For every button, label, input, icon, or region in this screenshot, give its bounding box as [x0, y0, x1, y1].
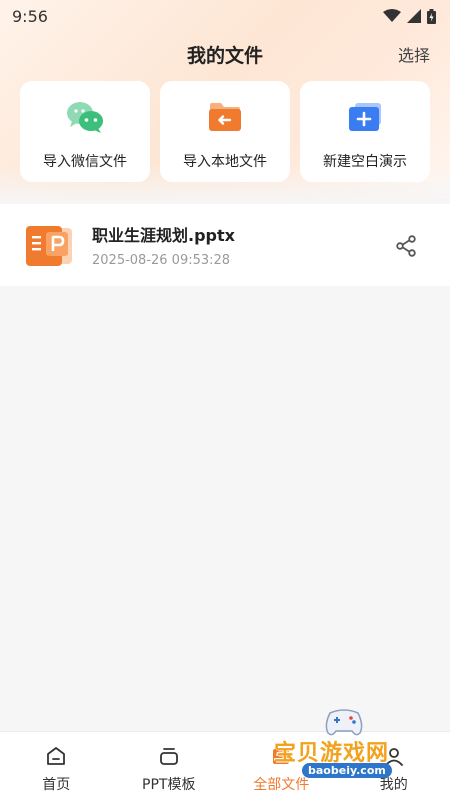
- files-icon: [269, 744, 293, 768]
- import-wechat-button[interactable]: 导入微信文件: [20, 81, 150, 182]
- signal-icon: [407, 9, 421, 23]
- quick-actions: 导入微信文件 导入本地文件 新建空白演示: [20, 81, 430, 182]
- nav-item-ppt-templates[interactable]: PPT模板: [113, 732, 225, 800]
- profile-icon: [382, 744, 406, 768]
- nav-label: 首页: [42, 777, 71, 793]
- nav-label: 全部文件: [253, 777, 310, 793]
- share-icon[interactable]: [394, 234, 418, 258]
- file-name: 职业生涯规划.pptx: [92, 226, 235, 245]
- pptx-file-icon: [24, 224, 74, 268]
- wifi-icon: [383, 9, 401, 22]
- header: 我的文件 选择: [0, 36, 450, 72]
- file-list: 职业生涯规划.pptx 2025-08-26 09:53:28: [0, 204, 450, 286]
- select-button[interactable]: 选择: [398, 42, 430, 66]
- page-title: 我的文件: [186, 44, 263, 67]
- import-local-button[interactable]: 导入本地文件: [160, 81, 290, 182]
- home-icon: [44, 744, 68, 768]
- nav-item-profile[interactable]: 我的: [338, 732, 450, 800]
- new-presentation-icon: [346, 99, 384, 135]
- status-icons: [383, 8, 436, 24]
- action-label: 新建空白演示: [323, 154, 407, 170]
- action-label: 导入微信文件: [43, 154, 127, 170]
- template-icon: [157, 744, 181, 768]
- wechat-icon: [66, 99, 104, 135]
- bottom-nav: 首页 PPT模板 全部文件 我的: [0, 731, 450, 800]
- action-label: 导入本地文件: [183, 154, 267, 170]
- new-blank-presentation-button[interactable]: 新建空白演示: [300, 81, 430, 182]
- file-date: 2025-08-26 09:53:28: [92, 253, 231, 268]
- nav-label: 我的: [379, 777, 408, 793]
- nav-item-all-files[interactable]: 全部文件: [225, 732, 337, 800]
- nav-item-home[interactable]: 首页: [0, 732, 112, 800]
- nav-label: PPT模板: [142, 777, 196, 793]
- status-time: 9:56: [12, 6, 48, 26]
- list-item[interactable]: 职业生涯规划.pptx 2025-08-26 09:53:28: [0, 204, 450, 286]
- battery-icon: [427, 8, 436, 24]
- folder-import-icon: [206, 99, 244, 135]
- status-bar: 9:56: [0, 0, 450, 32]
